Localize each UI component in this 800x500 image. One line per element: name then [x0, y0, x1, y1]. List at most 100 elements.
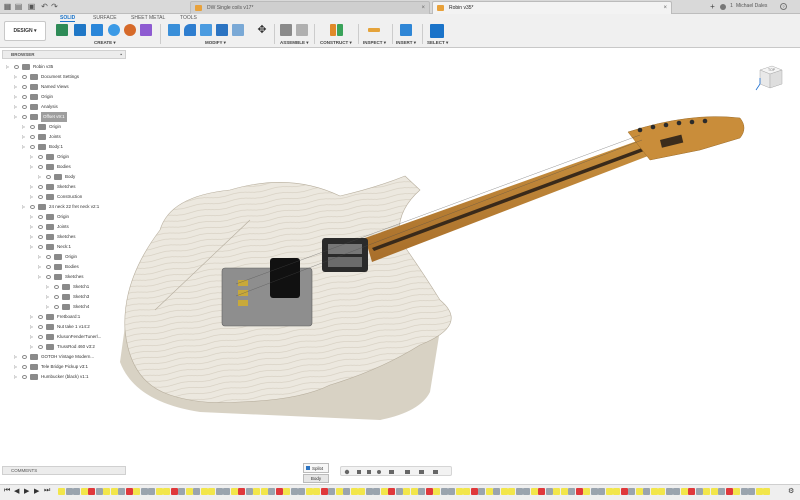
visibility-eye-icon[interactable] [22, 355, 27, 359]
browser-item[interactable]: ▷ Origin [0, 122, 128, 132]
timeline-feature-icon[interactable] [635, 488, 643, 495]
tab-surface[interactable]: SURFACE [93, 15, 117, 22]
sphere-icon[interactable] [124, 24, 136, 36]
timeline-feature-icon[interactable] [530, 488, 538, 495]
timeline-feature-icon[interactable] [575, 488, 583, 495]
comments-panel[interactable]: COMMENTS [2, 466, 126, 475]
timeline-feature-icon[interactable] [680, 488, 688, 495]
expand-icon[interactable]: ▷ [46, 282, 52, 292]
timeline-feature-icon[interactable] [553, 488, 560, 495]
visibility-eye-icon[interactable] [38, 235, 43, 239]
timeline-feature-icon[interactable] [403, 488, 410, 495]
timeline-feature-icon[interactable] [380, 488, 388, 495]
browser-item[interactable]: ▷ Fretboard:1 [0, 312, 128, 322]
timeline-feature-icon[interactable] [110, 488, 118, 495]
browser-item[interactable]: ▷ Construction [0, 192, 128, 202]
tab-tools[interactable]: TOOLS [180, 15, 197, 22]
step-forward-icon[interactable]: ▶ [34, 487, 39, 495]
expand-icon[interactable]: ▷ [14, 362, 20, 372]
visibility-eye-icon[interactable] [54, 295, 59, 299]
undo-icon[interactable]: ↶ [40, 2, 49, 11]
visibility-eye-icon[interactable] [38, 215, 43, 219]
timeline-feature-icon[interactable] [725, 488, 733, 495]
timeline-feature-icon[interactable] [598, 488, 605, 495]
fillet-icon[interactable] [184, 24, 196, 36]
visibility-eye-icon[interactable] [38, 165, 43, 169]
timeline-feature-icon[interactable] [290, 488, 298, 495]
insert-image-icon[interactable] [400, 24, 412, 36]
visibility-eye-icon[interactable] [46, 275, 51, 279]
visibility-eye-icon[interactable] [22, 95, 27, 99]
timeline-feature-icon[interactable] [73, 488, 80, 495]
timeline-feature-icon[interactable] [133, 488, 140, 495]
browser-item[interactable]: ▷ TrussRod 460 v3:2 [0, 342, 128, 352]
browser-item[interactable]: ▷ Origin [0, 252, 128, 262]
revolve-icon[interactable] [108, 24, 120, 36]
timeline-feature-icon[interactable] [433, 488, 440, 495]
browser-collapse-icon[interactable]: ▪ [120, 51, 122, 59]
visibility-eye-icon[interactable] [14, 65, 19, 69]
expand-icon[interactable]: ▷ [30, 192, 36, 202]
timeline-feature-icon[interactable] [748, 488, 755, 495]
expand-icon[interactable]: ▷ [30, 212, 36, 222]
browser-item[interactable]: ▷ Sketch3 [0, 292, 128, 302]
visibility-eye-icon[interactable] [30, 145, 35, 149]
timeline-feature-icon[interactable] [350, 488, 358, 495]
user-name[interactable]: Michael Dales [736, 2, 776, 11]
timeline-feature-icon[interactable] [193, 488, 200, 495]
visibility-eye-icon[interactable] [22, 75, 27, 79]
timeline-feature-icon[interactable] [125, 488, 133, 495]
visibility-eye-icon[interactable] [54, 285, 59, 289]
timeline-feature-icon[interactable] [470, 488, 478, 495]
visibility-eye-icon[interactable] [22, 365, 27, 369]
timeline-feature-icon[interactable] [703, 488, 710, 495]
browser-item[interactable]: ▷ GOTOH Vintage Modern... [0, 352, 128, 362]
browser-item[interactable]: ▷ Offset v9:1 [0, 112, 128, 122]
as-built-joint-icon[interactable] [296, 24, 308, 36]
timeline-feature-icon[interactable] [185, 488, 193, 495]
timeline-feature-icon[interactable] [215, 488, 223, 495]
visibility-eye-icon[interactable] [46, 255, 51, 259]
browser-item[interactable]: ▷ Analysis [0, 102, 128, 112]
move-icon[interactable]: ✥ [256, 24, 268, 36]
go-to-end-icon[interactable]: ⏭ [44, 487, 50, 495]
timeline-feature-icon[interactable] [178, 488, 185, 495]
timeline-feature-icon[interactable] [320, 488, 328, 495]
browser-item[interactable]: ▷ Sketch4 [0, 302, 128, 312]
timeline-feature-icon[interactable] [200, 488, 208, 495]
timeline-feature-icon[interactable] [223, 488, 230, 495]
timeline-feature-icon[interactable] [418, 488, 425, 495]
step-back-icon[interactable]: ◀ [14, 487, 19, 495]
expand-icon[interactable]: ▷ [30, 242, 36, 252]
timeline-feature-icon[interactable] [733, 488, 740, 495]
browser-item[interactable]: ▷ Bodies [0, 162, 128, 172]
timeline-feature-icon[interactable] [358, 488, 365, 495]
timeline-feature-icon[interactable] [695, 488, 703, 495]
select-icon[interactable] [430, 24, 444, 38]
play-icon[interactable]: ▶ [24, 487, 29, 495]
expand-icon[interactable]: ▷ [38, 252, 44, 262]
visibility-eye-icon[interactable] [38, 225, 43, 229]
expand-icon[interactable]: ▷ [46, 302, 52, 312]
browser-item[interactable]: ▷ Neck:1 [0, 242, 128, 252]
go-to-start-icon[interactable]: ⏮ [4, 487, 10, 495]
timeline-feature-icon[interactable] [245, 488, 253, 495]
timeline-feature-icon[interactable] [673, 488, 680, 495]
visibility-eye-icon[interactable] [54, 305, 59, 309]
timeline-feature-icon[interactable] [508, 488, 515, 495]
tab-solid[interactable]: SOLID [60, 15, 76, 22]
timeline-feature-icon[interactable] [763, 488, 770, 495]
timeline-feature-icon[interactable] [500, 488, 508, 495]
timeline-feature-icon[interactable] [328, 488, 335, 495]
timeline-feature-icon[interactable] [455, 488, 463, 495]
expand-icon[interactable]: ▷ [22, 122, 28, 132]
timeline-feature-icon[interactable] [545, 488, 553, 495]
expand-icon[interactable]: ▷ [14, 102, 20, 112]
expand-icon[interactable]: ▷ [22, 132, 28, 142]
timeline-feature-icon[interactable] [268, 488, 275, 495]
timeline-feature-icon[interactable] [605, 488, 613, 495]
visibility-eye-icon[interactable] [22, 85, 27, 89]
browser-item[interactable]: ▷ Humbucker (black) v1:1 [0, 372, 128, 382]
timeline-feature-icon[interactable] [388, 488, 395, 495]
timeline-feature-icon[interactable] [298, 488, 305, 495]
